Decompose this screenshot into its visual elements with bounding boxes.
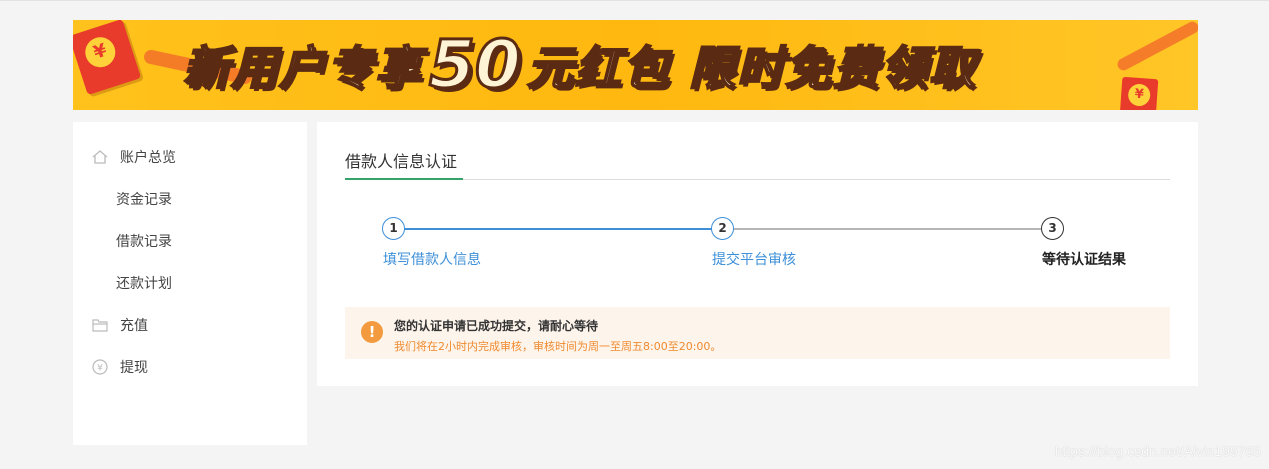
step-2-label: 提交平台审核 <box>712 252 796 268</box>
notice-description: 我们将在2小时内完成审核，审核时间为周一至周五8:00至20:00。 <box>394 340 722 353</box>
sidebar-item-repayment-plan[interactable]: 还款计划 <box>73 268 307 298</box>
sidebar-item-label: 还款计划 <box>116 276 172 292</box>
step-connector-completed <box>404 228 712 230</box>
submission-notice: ! 您的认证申请已成功提交，请耐心等待 我们将在2小时内完成审核，审核时间为周一… <box>345 307 1170 359</box>
step-1-circle: 1 <box>382 217 405 240</box>
top-border <box>0 0 1269 1</box>
step-1-label: 填写借款人信息 <box>383 252 481 268</box>
step-3-circle: 3 <box>1041 217 1064 240</box>
step-connector-pending <box>733 228 1041 230</box>
banner-slogan-number: 50 <box>428 26 523 103</box>
sidebar-item-withdraw[interactable]: ¥ 提现 <box>73 352 307 382</box>
step-3-label: 等待认证结果 <box>1042 252 1126 268</box>
sidebar-item-label: 借款记录 <box>116 234 172 250</box>
title-divider <box>345 179 1170 180</box>
yuan-coin-icon: ¥ <box>81 33 120 72</box>
ribbon-decoration <box>1115 20 1198 73</box>
sidebar-item-account-overview[interactable]: 账户总览 <box>73 142 307 172</box>
yuan-coin-icon: ¥ <box>1127 83 1151 107</box>
title-active-underline <box>345 178 463 180</box>
yuan-coin-icon: ¥ <box>92 359 108 375</box>
red-envelope-icon: ¥ <box>73 20 142 96</box>
banner-slogan-part2: 元红包 限时免费领取 <box>526 40 977 96</box>
folder-icon <box>92 319 108 332</box>
red-envelope-icon: ¥ <box>1119 76 1159 110</box>
sidebar-item-label: 资金记录 <box>116 192 172 208</box>
sidebar-item-loan-records[interactable]: 借款记录 <box>73 226 307 256</box>
banner-slogan-part1: 新用户专享 <box>182 40 423 96</box>
banner-slogan: 新用户专享 50 元红包 限时免费领取 <box>182 26 977 103</box>
warning-icon: ! <box>361 321 383 343</box>
sidebar-item-recharge[interactable]: 充值 <box>73 310 307 340</box>
sidebar-item-label: 账户总览 <box>120 150 176 166</box>
home-icon <box>92 150 108 164</box>
notice-title: 您的认证申请已成功提交，请耐心等待 <box>394 319 599 333</box>
step-2-circle: 2 <box>711 217 734 240</box>
svg-text:¥: ¥ <box>97 364 103 374</box>
watermark: https://blog.csdn.net/Alvin199765 <box>1054 443 1261 459</box>
sidebar-item-fund-records[interactable]: 资金记录 <box>73 184 307 214</box>
sidebar-item-label: 提现 <box>120 360 148 376</box>
page-title: 借款人信息认证 <box>345 152 458 171</box>
promo-banner[interactable]: ¥ ¥ 新用户专享 50 元红包 限时免费领取 <box>73 20 1198 110</box>
sidebar-item-label: 充值 <box>120 318 148 334</box>
main-panel: 借款人信息认证 1 2 3 填写借款人信息 提交平台审核 等待认证结果 ! 您的… <box>317 122 1198 386</box>
sidebar: 账户总览 资金记录 借款记录 还款计划 充值 ¥ 提现 <box>73 122 307 445</box>
